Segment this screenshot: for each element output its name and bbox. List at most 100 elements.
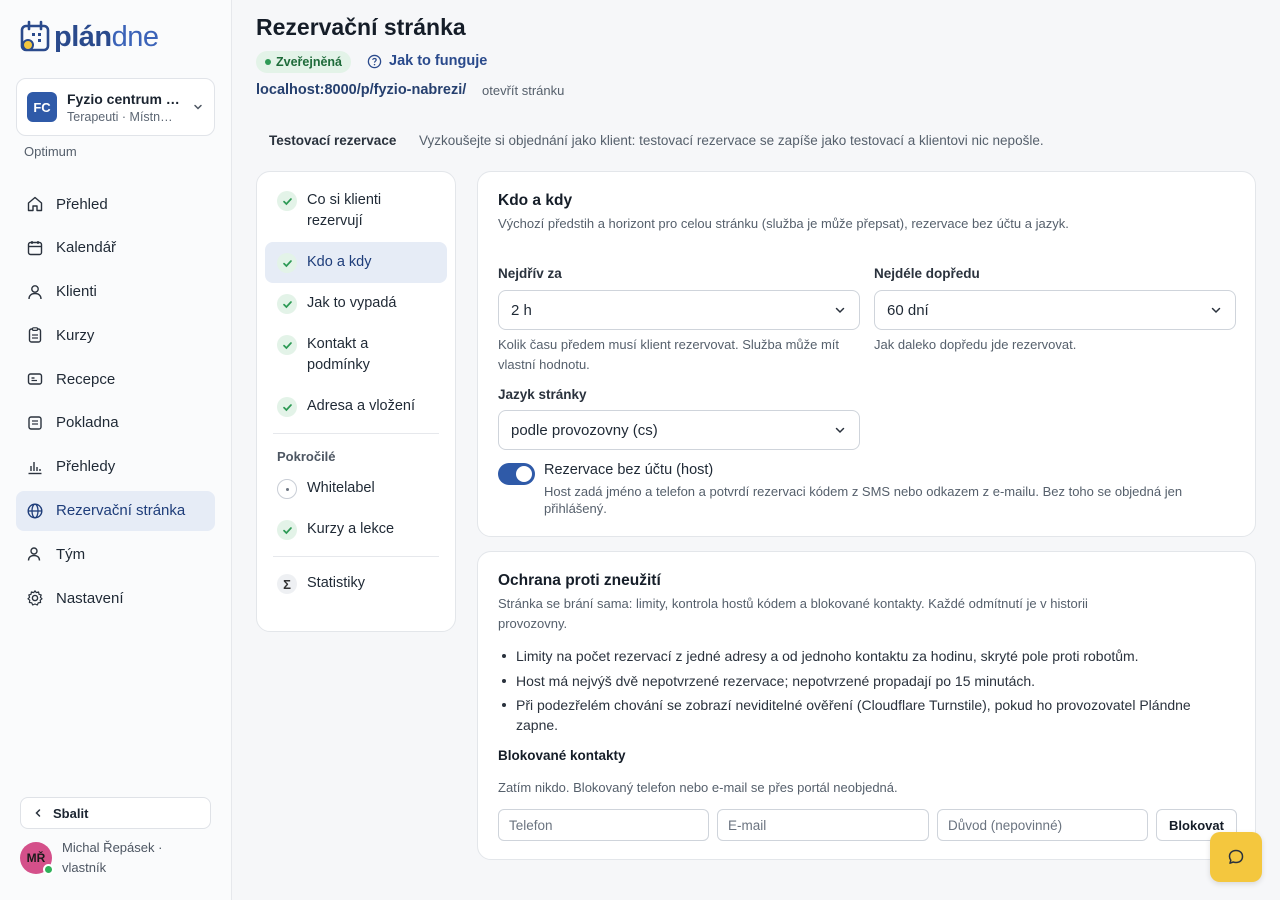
collapse-label: Sbalit [53, 805, 89, 821]
latest-select[interactable]: 60 dní [874, 290, 1236, 330]
calendar-logo-icon [20, 20, 50, 52]
nav-item-rezervacni-stranka[interactable]: Rezervační stránka [16, 490, 215, 531]
step-kdo-a-kdy[interactable]: Kdo a kdy [265, 242, 447, 283]
avatar: MŘ [20, 842, 54, 875]
workspace-subtitle: Terapeuti · Místn… [67, 109, 173, 124]
main-nav: Přehled Kalendář Klienti Kurzy Recepce P… [16, 184, 215, 622]
empty-status-icon [277, 479, 297, 499]
nav-label: Pokladna [56, 414, 119, 432]
bar-chart-icon [28, 461, 42, 474]
step-label: Kurzy a lekce [307, 521, 395, 537]
collapse-sidebar-button[interactable]: Sbalit [20, 797, 211, 829]
nav-item-prehledy[interactable]: Přehledy [16, 447, 215, 487]
nav-item-kalendar[interactable]: Kalendář [16, 228, 215, 268]
step-label: Adresa a vložení [307, 398, 416, 414]
step-jak-to-vypada[interactable]: Jak to vypadá [265, 283, 447, 324]
reason-input[interactable] [937, 809, 1148, 841]
test-booking-link[interactable]: Testovací rezervace [269, 133, 396, 148]
nav-label: Přehled [56, 195, 108, 213]
nav-label: Rezervační stránka [56, 502, 186, 520]
phone-input[interactable] [498, 809, 709, 841]
latest-label: Nejdéle dopředu [874, 266, 980, 281]
home-icon [27, 196, 43, 212]
check-icon [277, 335, 297, 355]
sidebar: plándne FC Fyzio centrum … Terapeuti · M… [0, 0, 232, 900]
sigma-icon: Σ [277, 574, 297, 594]
brand-name-bold: plán [54, 21, 112, 53]
chat-button[interactable] [1210, 832, 1262, 882]
workspace-switcher[interactable]: FC Fyzio centrum … Terapeuti · Místn… [16, 78, 215, 136]
check-icon [277, 294, 297, 314]
step-label: Jak to vypadá [307, 295, 397, 311]
user-icon [28, 284, 42, 299]
calendar-icon [27, 240, 43, 255]
page-title: Rezervační stránka [256, 14, 466, 40]
workspace-name: Fyzio centrum … [67, 90, 180, 107]
language-label: Jazyk stránky [498, 387, 587, 402]
nav-item-nastaveni[interactable]: Nastavení [16, 578, 215, 618]
nav-item-klienti[interactable]: Klienti [16, 272, 215, 312]
latest-hint: Jak daleko dopředu jde rezervovat. [874, 337, 1077, 352]
check-icon [277, 253, 297, 273]
chat-bubble-icon [1228, 849, 1244, 864]
nav-item-recepce[interactable]: Recepce [16, 359, 215, 399]
abuse-title: Ochrana proti zneužití [498, 572, 661, 589]
who-when-title: Kdo a kdy [498, 192, 573, 209]
language-select[interactable]: podle provozovny (cs) [498, 410, 860, 450]
user-menu[interactable]: MŘ Michal Řepásek · vlastník [20, 838, 182, 878]
nav-label: Přehledy [56, 458, 116, 476]
workspace-avatar: FC [27, 92, 57, 122]
nav-label: Nastavení [56, 589, 124, 607]
chevron-down-icon [835, 427, 845, 434]
blocked-contacts-title: Blokované kontakty [498, 748, 626, 763]
nav-label: Recepce [56, 370, 116, 388]
earliest-select[interactable]: 2 h [498, 290, 860, 330]
brand-logo[interactable]: plándne [20, 20, 159, 54]
open-page-link[interactable]: otevřít stránku [482, 83, 564, 98]
step-adresa-a-vlozeni[interactable]: Adresa a vložení [265, 386, 447, 427]
abuse-description: Stránka se brání sama: limity, kontrola … [498, 596, 1088, 631]
step-kontakt-a-podminky[interactable]: Kontakt a podmínky [265, 324, 447, 386]
user-name: Michal Řepásek · vlastník [62, 840, 163, 875]
test-booking-description: Vyzkoušejte si objednání jako klient: te… [419, 133, 1044, 148]
status-badge: Zveřejněná [256, 51, 352, 73]
step-label: Statistiky [307, 575, 366, 591]
language-value: podle provozovny (cs) [511, 421, 658, 439]
step-whitelabel[interactable]: Whitelabel [265, 468, 447, 509]
email-input[interactable] [717, 809, 929, 841]
step-kurzy-a-lekce[interactable]: Kurzy a lekce [265, 509, 447, 550]
nav-item-pokladna[interactable]: Pokladna [16, 403, 215, 443]
chevron-down-icon [835, 307, 845, 314]
step-statistiky[interactable]: Σ Statistiky [265, 563, 447, 604]
step-label: Kdo a kdy [307, 254, 372, 270]
step-co-si-klienti-rezervuji[interactable]: Co si klienti rezervují [265, 180, 447, 242]
earliest-value: 2 h [511, 301, 532, 319]
how-it-works-link[interactable]: Jak to funguje [367, 53, 487, 69]
advanced-section-label: Pokročilé [277, 449, 336, 464]
page-url-link[interactable]: localhost:8000/p/fyzio-nabrezi/ [256, 82, 466, 98]
guest-booking-toggle[interactable] [498, 463, 535, 485]
who-when-description: Výchozí předstih a horizont pro celou st… [498, 216, 1069, 231]
brand-name-light: dne [111, 21, 159, 53]
nav-item-kurzy[interactable]: Kurzy [16, 315, 215, 355]
chevron-down-icon [194, 104, 202, 110]
check-icon [277, 520, 297, 540]
nav-label: Tým [56, 545, 86, 563]
earliest-hint: Kolik času předem musí klient rezervovat… [498, 337, 840, 372]
card-icon [27, 373, 43, 385]
check-icon [277, 397, 297, 417]
blocked-contacts-empty: Zatím nikdo. Blokovaný telefon nebo e-ma… [498, 780, 898, 795]
team-icon [27, 547, 41, 561]
nav-item-tym[interactable]: Tým [16, 534, 215, 574]
step-label: Kontakt a podmínky [307, 336, 370, 373]
nav-item-prehled[interactable]: Přehled [16, 184, 215, 224]
help-circle-icon [367, 54, 382, 68]
plan-label: Optimum [24, 144, 77, 159]
globe-icon [27, 503, 43, 519]
gear-icon [27, 590, 43, 606]
chevron-down-icon [1211, 307, 1221, 314]
receipt-icon [28, 416, 42, 430]
divider [273, 433, 439, 434]
nav-label: Kalendář [56, 239, 117, 257]
divider [273, 556, 439, 557]
